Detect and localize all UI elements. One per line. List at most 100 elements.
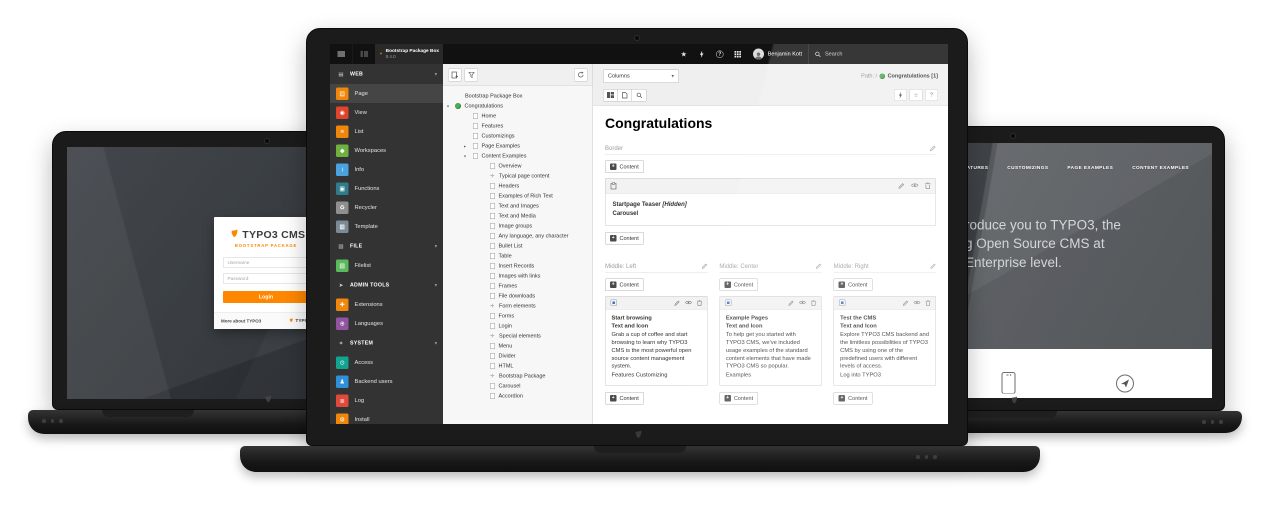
- page-tree-node[interactable]: Overview: [443, 161, 593, 171]
- pagetree-toggle-button[interactable]: [353, 44, 376, 64]
- page-tree-node[interactable]: Accordion: [443, 391, 593, 401]
- more-about-typo3-link[interactable]: More about TYPO3: [221, 318, 261, 323]
- content-element[interactable]: Example Pages Text and Icon To help get …: [719, 296, 821, 386]
- module-menu-row[interactable]: ▧ ▧ Filelist: [330, 256, 443, 275]
- page-tree-node[interactable]: Image groups: [443, 221, 593, 231]
- page-tree-node[interactable]: Typical page content: [443, 171, 593, 181]
- page-tree-node[interactable]: ▾ Congratulations: [443, 101, 593, 111]
- page-tree-node[interactable]: HTML: [443, 361, 593, 371]
- module-menu-row[interactable]: ⚙ ⚙ Install: [330, 410, 443, 424]
- edit-column-button[interactable]: [816, 263, 822, 269]
- edit-button[interactable]: [903, 300, 909, 306]
- page-tree-node[interactable]: Text and Media: [443, 211, 593, 221]
- page-tree-node[interactable]: Carousel: [443, 381, 593, 391]
- edit-page-button[interactable]: [618, 89, 633, 102]
- add-content-button[interactable]: + Content: [605, 161, 644, 174]
- teaser-links[interactable]: Features Customizing: [612, 372, 701, 380]
- module-menu-row[interactable]: ▧ ▧ FILE ▾: [330, 236, 443, 256]
- page-tree-node[interactable]: Frames: [443, 281, 593, 291]
- visibility-button[interactable]: [685, 300, 692, 306]
- page-tree-node[interactable]: Headers: [443, 181, 593, 191]
- module-menu-row[interactable]: ▤ ▤ Page: [330, 84, 443, 103]
- page-tree-node[interactable]: Special elements: [443, 331, 593, 341]
- frontend-nav-item[interactable]: PAGE EXAMPLES: [1067, 165, 1113, 171]
- visibility-button[interactable]: [914, 300, 921, 306]
- page-tree-node[interactable]: Home: [443, 111, 593, 121]
- add-content-button[interactable]: + Content: [834, 279, 873, 292]
- refresh-button[interactable]: [574, 68, 588, 81]
- module-menu-row[interactable]: ✚ ✚ Extensions: [330, 295, 443, 314]
- delete-button[interactable]: [926, 300, 931, 306]
- modules-grid-button[interactable]: [729, 44, 747, 64]
- module-menu-row[interactable]: ♻ ♻ Recycler: [330, 198, 443, 217]
- module-menu-row[interactable]: ▦ ▦ Template: [330, 217, 443, 236]
- edit-column-button[interactable]: [930, 145, 937, 152]
- page-tree-node[interactable]: Images with links: [443, 271, 593, 281]
- search-page-button[interactable]: [632, 89, 647, 102]
- columns-view-button[interactable]: [603, 89, 618, 102]
- edit-column-button[interactable]: [701, 263, 707, 269]
- module-menu-row[interactable]: ♟ ♟ Backend users: [330, 372, 443, 391]
- module-menu-row[interactable]: ⊙ ⊙ Access: [330, 353, 443, 372]
- visibility-button[interactable]: [911, 183, 919, 190]
- add-content-button[interactable]: + Content: [834, 392, 873, 405]
- cache-button[interactable]: [894, 89, 907, 101]
- help-button[interactable]: ?: [711, 44, 729, 64]
- user-menu[interactable]: Benjamin Kott: [747, 44, 808, 64]
- page-tree-node[interactable]: Examples of Rich Text: [443, 191, 593, 201]
- content-element[interactable]: Startpage Teaser [Hidden] Carousel: [605, 178, 936, 226]
- content-element[interactable]: Test the CMS Text and Icon Explore TYPO3…: [834, 296, 936, 386]
- clear-cache-button[interactable]: [693, 44, 711, 64]
- page-tree-node[interactable]: Form elements: [443, 301, 593, 311]
- module-menu-row[interactable]: ◉ ◉ View: [330, 103, 443, 122]
- username-field[interactable]: [223, 257, 309, 268]
- module-menu-row[interactable]: ✶ ✶ SYSTEM ▾: [330, 333, 443, 353]
- page-tree-node[interactable]: Login: [443, 321, 593, 331]
- module-menu-row[interactable]: ▤ ▤ WEB ▾: [330, 64, 443, 84]
- topbar-search[interactable]: [808, 44, 948, 64]
- page-tree-node[interactable]: Forms: [443, 311, 593, 321]
- add-content-button[interactable]: + Content: [605, 232, 644, 245]
- page-tree-node[interactable]: Bootstrap Package: [443, 371, 593, 381]
- module-menu-row[interactable]: ▣ ▣ Functions: [330, 179, 443, 198]
- page-tree-node[interactable]: Table: [443, 251, 593, 261]
- search-input[interactable]: [825, 51, 915, 57]
- page-tree-node[interactable]: Features: [443, 121, 593, 131]
- delete-button[interactable]: [697, 300, 702, 306]
- page-tree-node[interactable]: Divider: [443, 351, 593, 361]
- page-tree-node[interactable]: Customizings: [443, 131, 593, 141]
- content-element[interactable]: Start browsing Text and Icon Grab a cup …: [605, 296, 707, 386]
- bookmark-button[interactable]: ☆: [910, 89, 923, 101]
- module-menu-row[interactable]: ≣ ≣ Log: [330, 391, 443, 410]
- frontend-nav-item[interactable]: CUSTOMIZINGS: [1007, 165, 1048, 171]
- new-page-button[interactable]: [448, 68, 462, 81]
- bookmark-button[interactable]: ★: [675, 44, 693, 64]
- module-menu-row[interactable]: ≡ ≡ List: [330, 122, 443, 141]
- add-content-button[interactable]: + Content: [719, 392, 758, 405]
- visibility-button[interactable]: [799, 300, 806, 306]
- page-tree-node[interactable]: Text and Images: [443, 201, 593, 211]
- login-button[interactable]: Login: [223, 291, 309, 303]
- menu-toggle-button[interactable]: [330, 44, 353, 64]
- edit-button[interactable]: [898, 183, 905, 190]
- page-tree-node[interactable]: ▸ Page Examples: [443, 141, 593, 151]
- module-menu-row[interactable]: ⊕ ⊕ Languages: [330, 314, 443, 333]
- delete-button[interactable]: [811, 300, 816, 306]
- view-mode-select[interactable]: Columns: [603, 69, 679, 83]
- tree-expand-icon[interactable]: ▾: [464, 154, 471, 159]
- tree-expand-icon[interactable]: ▸: [464, 144, 471, 149]
- module-menu-row[interactable]: ◆ ◆ Workspaces: [330, 141, 443, 160]
- frontend-nav-item[interactable]: CONTENT EXAMPLES: [1132, 165, 1189, 171]
- page-tree-node[interactable]: Any language, any character: [443, 231, 593, 241]
- page-tree-node[interactable]: Bootstrap Package Box: [443, 91, 593, 101]
- edit-button[interactable]: [788, 300, 794, 306]
- page-tree-node[interactable]: ▾ Content Examples: [443, 151, 593, 161]
- page-tree-node[interactable]: Insert Records: [443, 261, 593, 271]
- page-tree-node[interactable]: Bullet List: [443, 241, 593, 251]
- page-tree-node[interactable]: Menu: [443, 341, 593, 351]
- page-tree-node[interactable]: File downloads: [443, 291, 593, 301]
- filter-button[interactable]: [465, 68, 479, 81]
- module-menu-row[interactable]: ➤ ➤ ADMIN TOOLS ▾: [330, 275, 443, 295]
- tree-expand-icon[interactable]: ▾: [447, 104, 454, 109]
- help-button[interactable]: ?: [925, 89, 938, 101]
